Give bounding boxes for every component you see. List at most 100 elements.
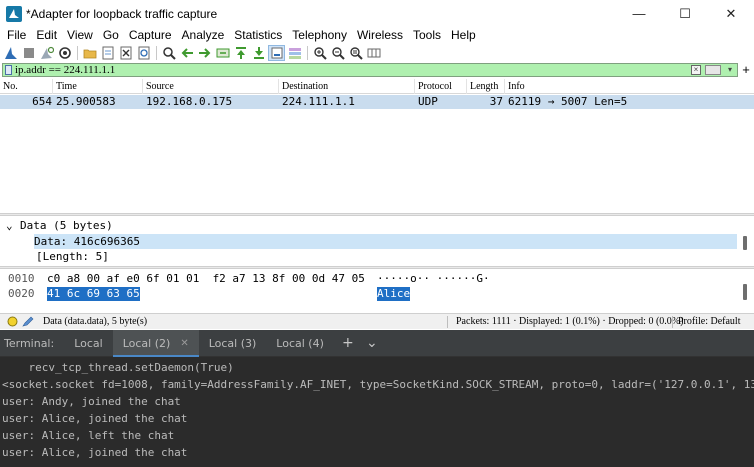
packet-row[interactable]: 654 25.900583 192.168.0.175 224.111.1.1 … [0, 95, 754, 109]
menu-help[interactable]: Help [446, 27, 481, 43]
menu-file[interactable]: File [2, 27, 31, 43]
display-filter-bar: ip.addr == 224.111.1.1 × ▾ + [2, 63, 752, 77]
menu-edit[interactable]: Edit [31, 27, 62, 43]
go-back-icon[interactable] [178, 45, 195, 61]
close-button[interactable]: ✕ [708, 0, 754, 27]
packet-protocol: UDP [418, 95, 438, 108]
options-gear-icon[interactable] [56, 45, 73, 61]
menu-telephony[interactable]: Telephony [287, 27, 352, 43]
first-packet-icon[interactable] [232, 45, 249, 61]
chevron-down-icon[interactable]: ⌄ [362, 335, 382, 351]
expert-info-icon[interactable] [7, 316, 18, 327]
terminal-panel: Terminal: Local Local (2) ✕ Local (3) Lo… [0, 329, 754, 467]
status-profile[interactable]: Profile: Default [678, 314, 740, 329]
packet-info: 62119 → 5007 Len=5 [508, 95, 628, 108]
save-file-icon[interactable] [99, 45, 116, 61]
minimize-button[interactable]: — [616, 0, 662, 27]
column-protocol[interactable]: Protocol [415, 79, 467, 94]
byte-offset: 0010 [8, 272, 35, 285]
menu-tools[interactable]: Tools [408, 27, 446, 43]
detail-length-line[interactable]: [Length: 5] [36, 249, 109, 264]
menu-capture[interactable]: Capture [124, 27, 177, 43]
detail-data-line[interactable]: Data: 416c696365 [34, 234, 737, 249]
packet-bytes-pane: 0010 c0 a8 00 af e0 6f 01 01 f2 a7 13 8f… [0, 270, 754, 312]
terminal-tab-local-3[interactable]: Local (3) [199, 330, 267, 357]
open-folder-icon[interactable] [81, 45, 98, 61]
zoom-in-icon[interactable] [311, 45, 328, 61]
packet-time: 25.900583 [56, 95, 116, 108]
menu-wireless[interactable]: Wireless [352, 27, 408, 43]
column-source[interactable]: Source [143, 79, 279, 94]
reload-icon[interactable] [135, 45, 152, 61]
zoom-out-icon[interactable] [329, 45, 346, 61]
packet-details-pane: ⌄ Data (5 bytes) Data: 416c696365 [Lengt… [0, 217, 754, 266]
add-tab-icon[interactable]: + [338, 335, 358, 351]
go-forward-icon[interactable] [196, 45, 213, 61]
window-controls: — ☐ ✕ [616, 0, 754, 27]
detail-data-value: Data: 416c696365 [34, 235, 140, 248]
zoom-normal-icon[interactable] [347, 45, 364, 61]
column-info[interactable]: Info [505, 79, 754, 94]
column-time[interactable]: Time [53, 79, 143, 94]
maximize-button[interactable]: ☐ [662, 0, 708, 27]
filter-dropdown-icon[interactable]: ▾ [725, 65, 735, 75]
resize-columns-icon[interactable] [365, 45, 382, 61]
go-to-packet-icon[interactable] [214, 45, 231, 61]
detail-data-header[interactable]: Data (5 bytes) [20, 218, 113, 233]
autoscroll-icon[interactable] [268, 45, 285, 61]
menu-view[interactable]: View [62, 27, 98, 43]
column-no[interactable]: No. [0, 79, 53, 94]
terminal-line: user: Alice, joined the chat [2, 412, 188, 425]
packet-no: 654 [32, 95, 52, 108]
menu-analyze[interactable]: Analyze [177, 27, 230, 43]
terminal-tab-local[interactable]: Local [64, 330, 113, 357]
menu-statistics[interactable]: Statistics [229, 27, 287, 43]
pane-splitter[interactable] [0, 266, 754, 269]
packet-destination: 224.111.1.1 [282, 95, 355, 108]
byte-ascii[interactable]: ·····o·· ······G· [377, 272, 490, 286]
close-file-icon[interactable] [117, 45, 134, 61]
column-length[interactable]: Length [467, 79, 505, 94]
colorize-icon[interactable] [286, 45, 303, 61]
restart-icon[interactable] [38, 45, 55, 61]
terminal-line: user: Alice, joined the chat [2, 446, 188, 459]
close-icon[interactable]: ✕ [180, 330, 188, 357]
byte-ascii-highlight[interactable]: Alice [377, 287, 411, 301]
packet-source: 192.168.0.175 [146, 95, 233, 108]
add-filter-button[interactable]: + [740, 63, 752, 76]
toolbar-separator [156, 46, 157, 60]
toolbar-separator [77, 46, 78, 60]
byte-hex-highlight[interactable]: 41 6c 69 63 65 [47, 287, 140, 301]
terminal-line: <socket.socket fd=1008, family=AddressFa… [2, 378, 754, 391]
terminal-line: recv_tcp_thread.setDaemon(True) [2, 361, 234, 374]
find-magnifier-icon[interactable] [160, 45, 177, 61]
bytes-scrollbar[interactable] [743, 284, 747, 300]
main-toolbar [0, 44, 754, 62]
menu-bar: File Edit View Go Capture Analyze Statis… [0, 26, 481, 44]
last-packet-icon[interactable] [250, 45, 267, 61]
apply-filter-arrow-icon[interactable] [705, 65, 721, 75]
terminal-line: user: Alice, left the chat [2, 429, 175, 442]
status-separator [672, 316, 673, 328]
filter-text[interactable]: ip.addr == 224.111.1.1 [15, 64, 115, 76]
status-field-info: Data (data.data), 5 byte(s) [43, 316, 148, 327]
stop-square-icon[interactable] [20, 45, 37, 61]
terminal-tab-local-4[interactable]: Local (4) [266, 330, 334, 357]
display-filter-input[interactable]: ip.addr == 224.111.1.1 × ▾ [2, 63, 738, 77]
column-destination[interactable]: Destination [279, 79, 415, 94]
shark-fin-start-icon[interactable] [2, 45, 19, 61]
filter-bookmark-icon[interactable] [5, 65, 12, 75]
status-bar: Data (data.data), 5 byte(s) Packets: 111… [0, 313, 754, 329]
menu-go[interactable]: Go [98, 27, 124, 43]
edit-comment-icon[interactable] [22, 316, 34, 327]
pane-splitter[interactable] [0, 213, 754, 216]
details-scrollbar[interactable] [743, 236, 747, 250]
tab-label: Local (3) [208, 336, 257, 350]
toolbar-separator [307, 46, 308, 60]
title-bar: *Adapter for loopback traffic capture — … [0, 0, 754, 27]
byte-hex[interactable]: c0 a8 00 af e0 6f 01 01 f2 a7 13 8f 00 0… [47, 272, 365, 286]
terminal-tab-local-2[interactable]: Local (2) ✕ [112, 329, 199, 357]
window-title: *Adapter for loopback traffic capture [26, 6, 218, 21]
clear-filter-icon[interactable]: × [691, 65, 701, 75]
tree-expand-icon[interactable]: ⌄ [6, 218, 18, 233]
